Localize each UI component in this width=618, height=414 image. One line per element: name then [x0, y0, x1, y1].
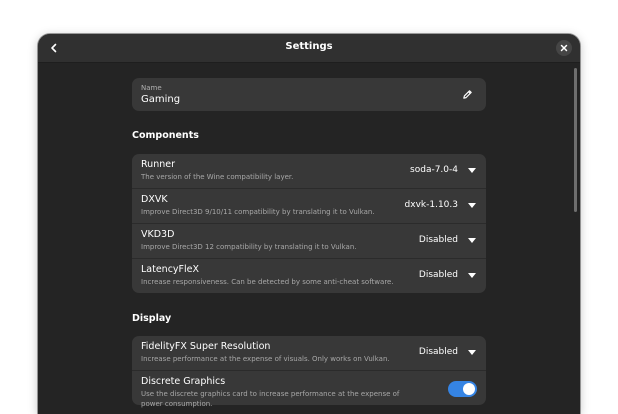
row-subtitle: The version of the Wine compatibility la… — [141, 173, 294, 181]
edit-name-button[interactable] — [460, 87, 474, 101]
discrete-graphics-toggle[interactable] — [448, 381, 477, 397]
close-icon — [560, 44, 568, 52]
row-subtitle: Increase performance at the expense of v… — [141, 355, 390, 363]
display-group: FidelityFX Super Resolution Increase per… — [132, 336, 486, 408]
row-title: DXVK — [141, 194, 168, 205]
discrete-graphics-row[interactable]: Discrete Graphics Use the discrete graph… — [132, 371, 486, 408]
settings-window: Settings Name Gaming Components Runner T… — [38, 34, 580, 414]
dropdown-arrow-icon[interactable] — [468, 168, 476, 173]
toggle-knob — [463, 383, 475, 395]
latencyflex-row[interactable]: LatencyFleX Increase responsiveness. Can… — [132, 259, 486, 293]
latencyflex-dropdown[interactable]: Disabled — [419, 270, 458, 280]
dxvk-dropdown[interactable]: dxvk-1.10.3 — [405, 200, 458, 210]
settings-content: Name Gaming Components Runner The versio… — [132, 78, 486, 408]
row-title: FidelityFX Super Resolution — [141, 341, 271, 352]
section-title-display: Display — [132, 313, 172, 324]
row-title: Runner — [141, 159, 175, 170]
row-subtitle: Use the discrete graphics card to increa… — [141, 390, 400, 408]
fsr-dropdown[interactable]: Disabled — [419, 347, 458, 357]
section-title-components: Components — [132, 130, 199, 141]
dxvk-row[interactable]: DXVK Improve Direct3D 9/10/11 compatibil… — [132, 189, 486, 224]
row-subtitle: Improve Direct3D 12 compatibility by tra… — [141, 243, 357, 251]
name-value[interactable]: Gaming — [141, 94, 180, 105]
vkd3d-dropdown[interactable]: Disabled — [419, 235, 458, 245]
runner-row[interactable]: Runner The version of the Wine compatibi… — [132, 154, 486, 189]
vkd3d-row[interactable]: VKD3D Improve Direct3D 12 compatibility … — [132, 224, 486, 259]
dropdown-arrow-icon[interactable] — [468, 350, 476, 355]
header-bar: Settings — [38, 34, 580, 63]
row-title: Discrete Graphics — [141, 376, 226, 387]
row-title: LatencyFleX — [141, 264, 200, 275]
components-group: Runner The version of the Wine compatibi… — [132, 154, 486, 293]
row-title: VKD3D — [141, 229, 175, 240]
row-subtitle: Increase responsiveness. Can be detected… — [141, 278, 394, 286]
scrollbar[interactable] — [574, 68, 577, 212]
fsr-row[interactable]: FidelityFX Super Resolution Increase per… — [132, 336, 486, 371]
name-label: Name — [141, 84, 162, 92]
row-subtitle: Improve Direct3D 9/10/11 compatibility b… — [141, 208, 375, 216]
runner-dropdown[interactable]: soda-7.0-4 — [410, 165, 458, 175]
name-row[interactable]: Name Gaming — [132, 78, 486, 111]
window-title: Settings — [285, 41, 333, 52]
dropdown-arrow-icon[interactable] — [468, 273, 476, 278]
pencil-icon — [462, 89, 472, 99]
dropdown-arrow-icon[interactable] — [468, 238, 476, 243]
dropdown-arrow-icon[interactable] — [468, 203, 476, 208]
close-button[interactable] — [556, 40, 572, 56]
